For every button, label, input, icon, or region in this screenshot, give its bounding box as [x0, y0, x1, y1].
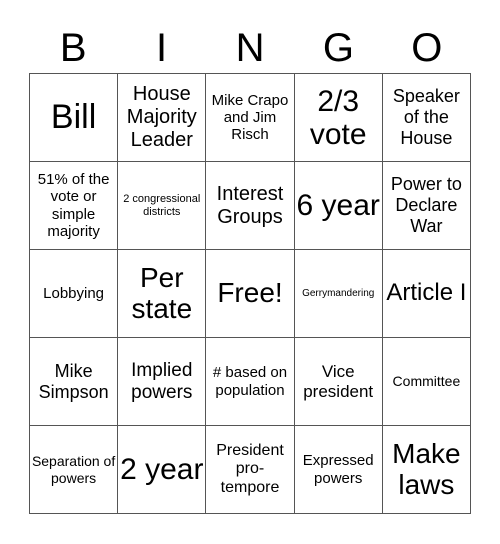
- bingo-cell[interactable]: Speaker of the House: [382, 74, 471, 162]
- header-letter-i: I: [156, 26, 168, 70]
- bingo-cell[interactable]: Gerrymandering: [294, 250, 383, 338]
- bingo-cell[interactable]: Interest Groups: [206, 162, 295, 250]
- bingo-header: B I N G O: [29, 24, 471, 72]
- bingo-cell[interactable]: Expressed powers: [294, 426, 383, 514]
- bingo-cell[interactable]: Bill: [30, 74, 119, 162]
- bingo-cell[interactable]: Mike Simpson: [30, 338, 119, 426]
- bingo-cell[interactable]: Lobbying: [30, 250, 119, 338]
- header-letter-g: G: [322, 26, 354, 70]
- bingo-cell[interactable]: Per state: [118, 250, 207, 338]
- header-letter-n: N: [235, 26, 265, 70]
- bingo-cell[interactable]: Power to Declare War: [382, 162, 471, 250]
- bingo-cell[interactable]: Committee: [382, 338, 471, 426]
- header-letter-b: B: [59, 26, 87, 70]
- bingo-cell[interactable]: Make laws: [382, 426, 471, 514]
- bingo-cell[interactable]: Mike Crapo and Jim Risch: [206, 74, 295, 162]
- bingo-cell[interactable]: 2/3 vote: [294, 74, 383, 162]
- bingo-cell[interactable]: House Majority Leader: [118, 74, 207, 162]
- bingo-cell[interactable]: 2 year: [118, 426, 207, 514]
- bingo-cell[interactable]: Article I: [382, 250, 471, 338]
- bingo-cell[interactable]: President pro-tempore: [206, 426, 295, 514]
- bingo-cell[interactable]: # based on population: [206, 338, 295, 426]
- bingo-cell[interactable]: 2 congressional districts: [118, 162, 207, 250]
- bingo-grid: Bill House Majority Leader Mike Crapo an…: [29, 73, 471, 514]
- bingo-cell[interactable]: Vice president: [294, 338, 383, 426]
- bingo-cell[interactable]: Separation of powers: [30, 426, 119, 514]
- bingo-cell[interactable]: Implied powers: [118, 338, 207, 426]
- header-letter-o: O: [411, 26, 443, 70]
- bingo-free-space[interactable]: Free!: [206, 250, 295, 338]
- bingo-cell[interactable]: 6 year: [294, 162, 383, 250]
- bingo-cell[interactable]: 51% of the vote or simple majority: [30, 162, 119, 250]
